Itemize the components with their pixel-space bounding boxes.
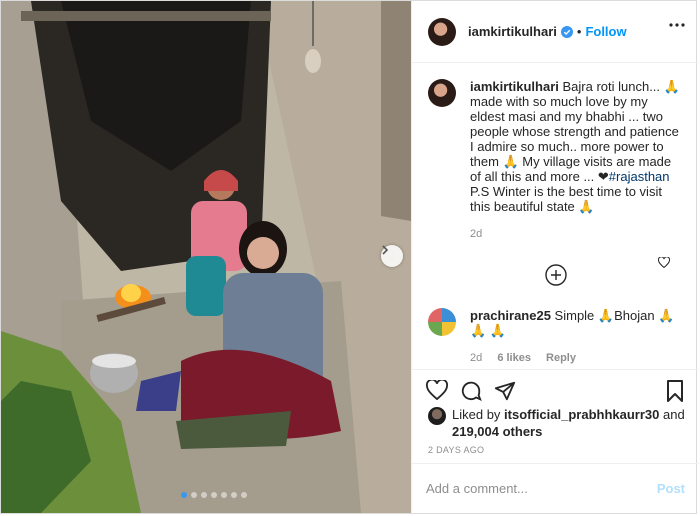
reply-button[interactable]: Reply bbox=[546, 352, 576, 364]
avatar[interactable] bbox=[428, 407, 446, 425]
liked-by-prefix: Liked by bbox=[452, 407, 505, 422]
comment-icon[interactable] bbox=[460, 380, 482, 402]
add-comment-bar: Post bbox=[412, 463, 699, 513]
likes-section: Liked by itsofficial_prabhhkaurr30 and 21… bbox=[428, 406, 685, 440]
carousel-dot bbox=[181, 492, 187, 498]
comment-time: 2d bbox=[470, 352, 483, 364]
liked-by-and: and bbox=[659, 407, 685, 422]
caption-username[interactable]: iamkirtikulhari bbox=[470, 79, 559, 94]
caption-ps: P.S Winter is the best time to visit thi… bbox=[470, 184, 666, 214]
likes-text: Liked by itsofficial_prabhhkaurr30 and 21… bbox=[452, 406, 685, 440]
avatar[interactable] bbox=[428, 17, 456, 46]
comment-username[interactable]: prachirane25 bbox=[470, 308, 551, 323]
comment-likes[interactable]: 6 likes bbox=[497, 352, 531, 364]
heart-icon[interactable] bbox=[658, 257, 670, 268]
comment-row: prachirane25 Simple 🙏Bhojan 🙏🙏 🙏 bbox=[428, 308, 683, 338]
carousel-dot bbox=[211, 492, 217, 498]
action-bar bbox=[412, 369, 699, 409]
share-icon[interactable] bbox=[494, 380, 516, 402]
carousel-dot bbox=[221, 492, 227, 498]
carousel-dot bbox=[201, 492, 207, 498]
add-icon[interactable] bbox=[544, 264, 567, 286]
hashtag-link[interactable]: #rajasthan bbox=[609, 169, 670, 184]
post-comment-button[interactable]: Post bbox=[657, 481, 685, 496]
header-username[interactable]: iamkirtikulhari bbox=[468, 24, 557, 39]
post-header: iamkirtikulhari • Follow bbox=[412, 1, 699, 63]
comment-input[interactable] bbox=[426, 481, 657, 496]
liked-by-user[interactable]: itsofficial_prabhhkaurr30 bbox=[504, 407, 659, 422]
next-photo-button[interactable] bbox=[381, 245, 403, 267]
caption-time: 2d bbox=[470, 228, 483, 240]
heart-icon[interactable] bbox=[426, 380, 448, 400]
caption-text: iamkirtikulhari Bajra roti lunch... 🙏 ma… bbox=[470, 79, 683, 214]
caption-row: iamkirtikulhari Bajra roti lunch... 🙏 ma… bbox=[428, 79, 683, 214]
carousel-dots bbox=[181, 492, 247, 498]
more-icon[interactable] bbox=[669, 23, 685, 27]
carousel-dot bbox=[231, 492, 237, 498]
bookmark-icon[interactable] bbox=[666, 380, 684, 402]
comment-meta: 2d 6 likes Reply bbox=[470, 352, 683, 364]
separator: • bbox=[576, 24, 582, 39]
post-photo[interactable] bbox=[1, 1, 411, 513]
carousel-dot bbox=[241, 492, 247, 498]
follow-button[interactable]: Follow bbox=[585, 24, 626, 39]
chevron-right-icon bbox=[382, 245, 389, 255]
photo-illustration bbox=[1, 1, 411, 513]
post-time-ago[interactable]: 2 DAYS AGO bbox=[428, 445, 484, 455]
post-sidebar: iamkirtikulhari • Follow iamkirtikulhari… bbox=[411, 1, 699, 513]
liked-by-count[interactable]: 219,004 others bbox=[452, 424, 542, 439]
verified-icon bbox=[560, 25, 573, 38]
instagram-post: iamkirtikulhari • Follow iamkirtikulhari… bbox=[0, 0, 699, 514]
comment-text: prachirane25 Simple 🙏Bhojan 🙏🙏 🙏 bbox=[470, 308, 683, 338]
avatar[interactable] bbox=[428, 79, 456, 107]
comments-section: iamkirtikulhari Bajra roti lunch... 🙏 ma… bbox=[412, 63, 699, 369]
carousel-dot bbox=[191, 492, 197, 498]
avatar[interactable] bbox=[428, 308, 456, 336]
caption-meta: 2d bbox=[470, 228, 683, 240]
